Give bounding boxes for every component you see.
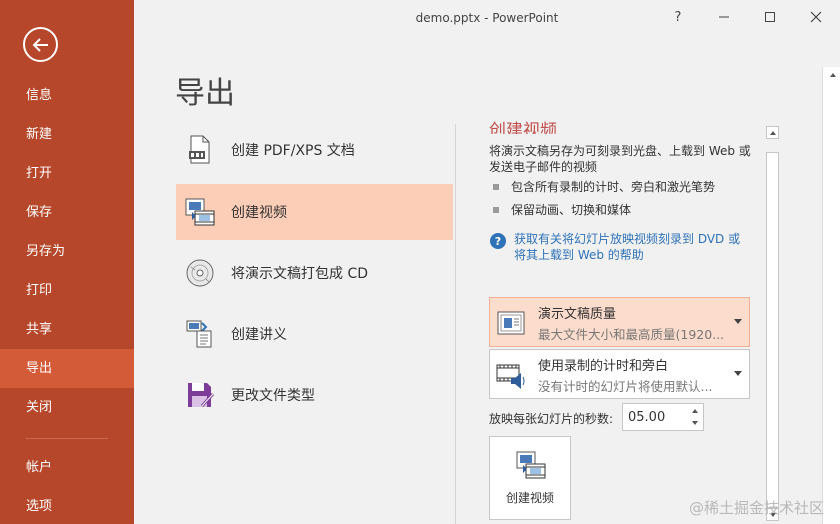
page-scroll-up-button[interactable]	[827, 69, 838, 80]
minimize-button[interactable]	[709, 4, 739, 30]
sidebar-item-save[interactable]: 保存	[0, 193, 134, 232]
maximize-icon	[765, 12, 775, 22]
panel-divider	[455, 124, 456, 524]
panel-heading: 创建视频	[489, 121, 557, 134]
help-icon: ?	[490, 233, 506, 249]
sidebar-item-close[interactable]: 关闭	[0, 388, 134, 427]
stepper-down-button[interactable]	[688, 417, 702, 429]
scroll-track[interactable]	[766, 152, 779, 508]
handout-icon	[184, 318, 216, 350]
backstage-sidebar: 信息 新建 打开 保存 另存为 打印 共享 导出 关闭 帐户 选项	[0, 0, 134, 524]
close-window-button[interactable]	[801, 4, 831, 30]
sidebar-item-options[interactable]: 选项	[0, 487, 134, 524]
timing-dropdown[interactable]: 使用录制的计时和旁白 没有计时的幻灯片将使用默认...	[489, 349, 750, 399]
timing-subtitle: 没有计时的幻灯片将使用默认...	[538, 379, 713, 394]
option-create-handouts[interactable]: 创建讲义	[176, 306, 453, 362]
timing-title: 使用录制的计时和旁白	[538, 359, 669, 374]
title-bar: demo.pptx - PowerPoint ?	[134, 0, 840, 35]
save-file-type-icon	[184, 379, 216, 411]
panel-description: 将演示文稿另存为可刻录到光盘、上载到 Web 或发送电子邮件的视频	[489, 144, 751, 174]
caret-up-icon	[692, 409, 698, 413]
option-label: 更改文件类型	[231, 388, 315, 404]
help-link[interactable]: 获取有关将幻灯片放映视频刻录到 DVD 或将其上载到 Web 的帮助	[514, 231, 751, 263]
option-change-file-type[interactable]: 更改文件类型	[176, 367, 453, 423]
close-icon	[810, 11, 822, 23]
option-label: 创建视频	[231, 205, 287, 221]
option-package-cd[interactable]: 将演示文稿打包成 CD	[176, 245, 453, 301]
page-scrollbar[interactable]	[822, 67, 840, 524]
option-label: 将演示文稿打包成 CD	[231, 266, 369, 282]
chevron-down-icon	[734, 371, 742, 376]
help-link-row: ? 获取有关将幻灯片放映视频刻录到 DVD 或将其上载到 Web 的帮助	[489, 231, 751, 263]
back-arrow-icon	[32, 37, 48, 52]
seconds-input[interactable]	[623, 404, 683, 430]
bullet-item: 保留动画、切换和媒体	[493, 201, 631, 218]
panel-scrollbar[interactable]	[765, 126, 780, 522]
chevron-down-icon	[734, 319, 742, 324]
caret-up-icon	[769, 130, 776, 135]
bullet-item: 包含所有录制的计时、旁白和激光笔势	[493, 178, 715, 195]
create-video-label: 创建视频	[505, 491, 554, 505]
stepper-up-button[interactable]	[688, 405, 702, 417]
option-create-video[interactable]: 创建视频	[176, 184, 453, 240]
video-icon	[184, 196, 216, 228]
pdf-document-icon	[184, 134, 216, 166]
option-label: 创建 PDF/XPS 文档	[231, 143, 355, 159]
caret-up-icon	[829, 72, 836, 77]
back-button[interactable]	[23, 27, 58, 62]
quality-title: 演示文稿质量	[538, 307, 617, 322]
sidebar-item-print[interactable]: 打印	[0, 271, 134, 310]
seconds-stepper	[622, 403, 704, 431]
option-label: 创建讲义	[231, 327, 287, 343]
page-title: 导出	[175, 76, 235, 111]
scroll-up-button[interactable]	[766, 126, 779, 139]
seconds-label: 放映每张幻灯片的秒数:	[489, 412, 614, 426]
video-icon	[515, 449, 547, 481]
sidebar-item-share[interactable]: 共享	[0, 310, 134, 349]
caret-down-icon	[692, 421, 698, 425]
quality-dropdown[interactable]: 演示文稿质量 最大文件大小和最高质量(1920...	[489, 297, 750, 347]
quality-subtitle: 最大文件大小和最高质量(1920...	[538, 327, 725, 342]
create-video-button[interactable]: 创建视频	[489, 436, 571, 520]
cd-icon	[184, 257, 216, 289]
sidebar-item-export[interactable]: 导出	[0, 349, 134, 388]
minimize-icon	[719, 16, 729, 18]
maximize-button[interactable]	[755, 4, 785, 30]
sidebar-item-save-as[interactable]: 另存为	[0, 232, 134, 271]
timing-narration-icon	[495, 359, 527, 391]
sidebar-item-info[interactable]: 信息	[0, 76, 134, 115]
help-button[interactable]: ?	[663, 4, 693, 30]
watermark: @稀土掘金技术社区	[688, 499, 824, 517]
sidebar-item-open[interactable]: 打开	[0, 154, 134, 193]
presentation-quality-icon	[495, 307, 527, 339]
sidebar-divider	[26, 438, 108, 439]
svg-text:?: ?	[495, 235, 501, 248]
option-create-pdf[interactable]: 创建 PDF/XPS 文档	[176, 122, 453, 178]
sidebar-item-new[interactable]: 新建	[0, 115, 134, 154]
sidebar-item-account[interactable]: 帐户	[0, 448, 134, 487]
